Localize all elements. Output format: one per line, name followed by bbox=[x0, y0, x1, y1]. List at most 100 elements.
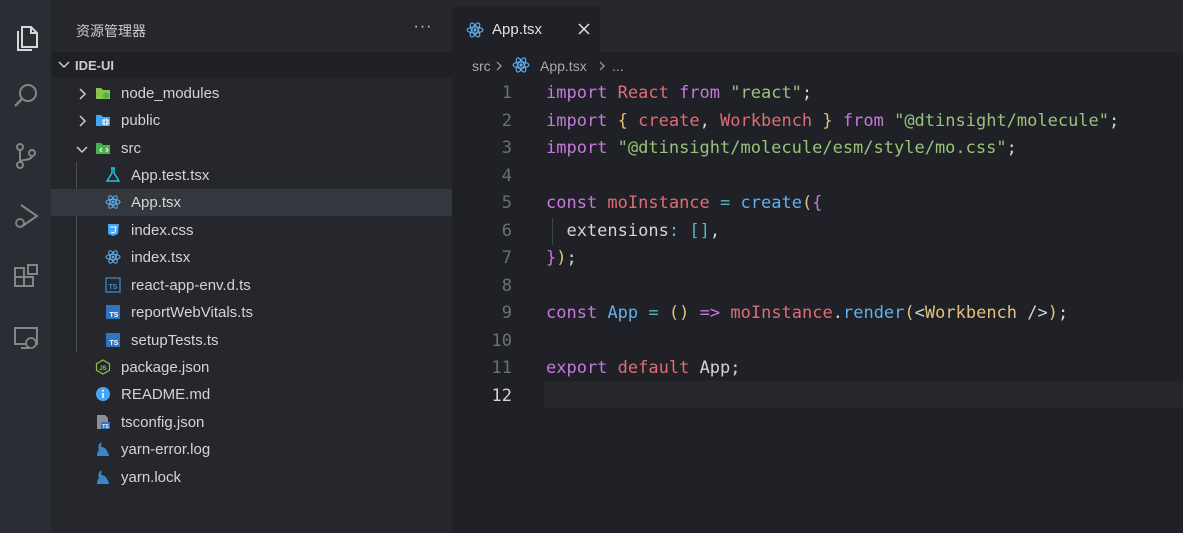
line-number: 2 bbox=[501, 111, 512, 131]
code-token: = bbox=[648, 303, 659, 323]
tsconfig-icon: TS bbox=[97, 415, 110, 430]
chevron-right-icon bbox=[79, 88, 87, 100]
tree-item-report-web-vitals[interactable]: TS reportWebVitals.ts bbox=[51, 299, 452, 326]
breadcrumb-folder[interactable]: src bbox=[472, 58, 491, 74]
code-line: export default App; bbox=[546, 358, 741, 378]
explorer-sidebar: 资源管理器 ··· IDE-UI node_modules public src… bbox=[51, 0, 452, 533]
code-token: React bbox=[607, 83, 680, 103]
code-token: => bbox=[699, 303, 721, 323]
code-token: create bbox=[638, 111, 700, 131]
info-icon bbox=[96, 387, 110, 401]
extensions-button[interactable] bbox=[0, 257, 51, 297]
test-flask-icon bbox=[105, 167, 121, 182]
tree-item-public[interactable]: public bbox=[51, 107, 452, 134]
folder-node-icon bbox=[96, 88, 110, 99]
code-line: }); bbox=[546, 248, 577, 268]
code-token: Workbench bbox=[924, 303, 1018, 323]
tree-item-label: App.tsx bbox=[131, 194, 182, 211]
run-debug-button[interactable] bbox=[0, 196, 51, 236]
tree-item-index-tsx[interactable]: index.tsx bbox=[51, 244, 452, 271]
tree-item-label: reportWebVitals.ts bbox=[131, 304, 253, 321]
code-line: extensions: [], bbox=[546, 221, 720, 241]
code-token: "@dtinsight/molecule/esm/style/mo.css" bbox=[607, 138, 1007, 158]
tree-item-setup-tests[interactable]: TS setupTests.ts bbox=[51, 327, 452, 354]
typescript-icon: TS bbox=[106, 305, 120, 319]
line-number: 4 bbox=[501, 166, 512, 186]
code-token: . bbox=[832, 303, 843, 323]
code-token: default bbox=[617, 358, 690, 378]
tree-item-src[interactable]: src bbox=[51, 135, 452, 162]
code-editor[interactable]: 1 2 3 4 5 6 7 8 9 10 11 12 import React … bbox=[452, 80, 1183, 533]
close-icon[interactable] bbox=[576, 21, 592, 37]
tree-item-index-css[interactable]: index.css bbox=[51, 217, 452, 244]
tree-item-tsconfig[interactable]: TS tsconfig.json bbox=[51, 409, 452, 436]
tree-item-yarn-lock[interactable]: yarn.lock bbox=[51, 464, 452, 491]
breadcrumb-more[interactable]: ... bbox=[612, 58, 624, 74]
nodejs-icon: JS bbox=[95, 359, 111, 375]
svg-text:TS: TS bbox=[110, 312, 119, 319]
tree-item-label: setupTests.ts bbox=[131, 332, 219, 349]
sidebar-title: 资源管理器 bbox=[76, 23, 146, 39]
code-line: const App = () => moInstance.render(<Wor… bbox=[546, 303, 1068, 323]
code-token: [] bbox=[689, 221, 710, 241]
tree-item-label: react-app-env.d.ts bbox=[131, 277, 251, 294]
tab-label: App.tsx bbox=[492, 21, 543, 38]
sidebar-header: 资源管理器 ··· bbox=[51, 0, 452, 52]
typescript-icon: TS bbox=[106, 333, 120, 347]
code-token: { bbox=[812, 193, 823, 213]
code-line: import React from "react"; bbox=[546, 83, 812, 103]
tree-item-label: README.md bbox=[121, 386, 211, 403]
remote-explorer-button[interactable] bbox=[0, 318, 51, 358]
svg-text:JS: JS bbox=[99, 366, 106, 372]
chevron-right-icon bbox=[79, 115, 87, 127]
code-token: : bbox=[668, 221, 680, 241]
code-token: < bbox=[914, 303, 925, 323]
code-token: import bbox=[546, 83, 608, 103]
code-token: from bbox=[842, 111, 884, 131]
folder-src-icon bbox=[96, 143, 110, 154]
files-icon bbox=[16, 26, 38, 51]
source-control-button[interactable] bbox=[0, 136, 51, 176]
search-button[interactable] bbox=[0, 76, 51, 116]
code-token: render bbox=[842, 303, 905, 323]
tree-item-app-tsx[interactable]: App.tsx bbox=[51, 189, 452, 216]
source-control-icon bbox=[15, 143, 36, 169]
code-token: () bbox=[668, 303, 690, 323]
run-debug-icon bbox=[14, 204, 39, 228]
tree-item-app-test[interactable]: App.test.tsx bbox=[51, 162, 452, 189]
code-token: , bbox=[699, 111, 721, 131]
tree-item-package-json[interactable]: JS package.json bbox=[51, 354, 452, 381]
tree-item-label: node_modules bbox=[121, 85, 220, 102]
explorer-button[interactable] bbox=[0, 18, 51, 58]
current-line-highlight bbox=[544, 381, 1183, 408]
tree-item-yarn-error[interactable]: yarn-error.log bbox=[51, 436, 452, 463]
more-actions-icon[interactable]: ··· bbox=[411, 18, 435, 38]
chevron-right-icon bbox=[496, 61, 502, 71]
code-token: create bbox=[740, 193, 802, 213]
line-number: 7 bbox=[501, 248, 512, 268]
code-token: Workbench bbox=[720, 111, 813, 131]
svg-text:TS: TS bbox=[110, 340, 119, 347]
code-line: import { create, Workbench } from "@dtin… bbox=[546, 111, 1119, 131]
code-token: ; bbox=[566, 248, 577, 268]
code-token: "react" bbox=[720, 83, 802, 103]
svg-text:TS: TS bbox=[109, 284, 118, 291]
breadcrumb-file[interactable]: App.tsx bbox=[540, 58, 587, 74]
line-number: 9 bbox=[501, 303, 512, 323]
tree-item-node-modules[interactable]: node_modules bbox=[51, 80, 452, 107]
code-token: const bbox=[546, 303, 598, 323]
tree-item-readme[interactable]: README.md bbox=[51, 381, 452, 408]
tab-app-tsx[interactable]: App.tsx bbox=[452, 7, 600, 52]
react-icon bbox=[466, 22, 484, 38]
code-token: ; bbox=[1006, 138, 1017, 158]
tree-item-react-app-env[interactable]: TS react-app-env.d.ts bbox=[51, 272, 452, 299]
svg-text:TS: TS bbox=[102, 424, 109, 430]
workspace-section-header[interactable]: IDE-UI bbox=[51, 52, 452, 78]
line-number: 11 bbox=[491, 358, 512, 378]
tree-item-label: yarn-error.log bbox=[121, 441, 211, 458]
